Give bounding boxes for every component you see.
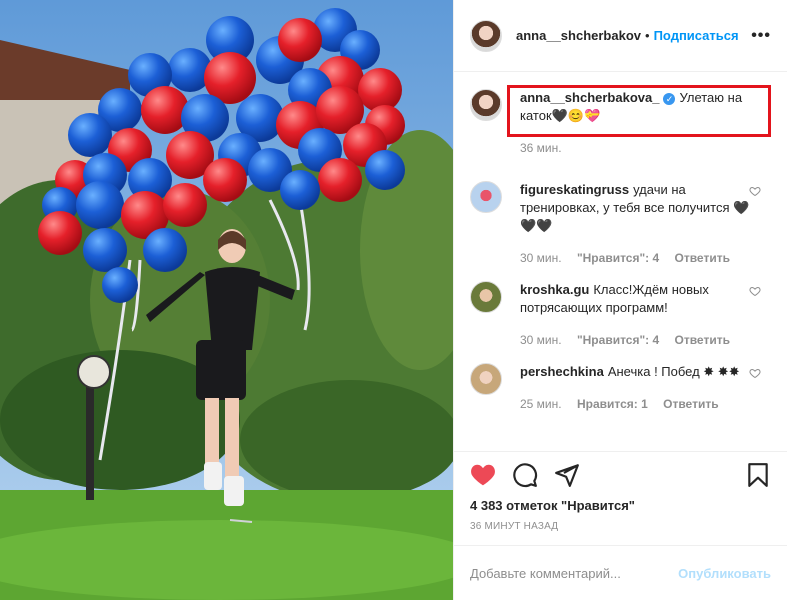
post-photo-illustration bbox=[0, 0, 453, 600]
comment-username[interactable]: figureskatingruss bbox=[520, 182, 629, 197]
post-actions: 4 383 отметок "Нравится" 36 МИНУТ НАЗАД … bbox=[454, 451, 787, 600]
heart-filled-icon[interactable] bbox=[470, 462, 496, 488]
comment-time[interactable]: 25 мин. bbox=[520, 397, 562, 411]
caption-time[interactable]: 36 мин. bbox=[520, 141, 562, 155]
comment-icon[interactable] bbox=[512, 462, 538, 488]
comment-item: kroshka.gu Класс!Ждём новых потрясающих п… bbox=[470, 281, 771, 349]
publish-button[interactable]: Опубликовать bbox=[678, 566, 771, 581]
comment-likes[interactable]: "Нравится": 4 bbox=[577, 251, 659, 265]
share-icon[interactable] bbox=[554, 462, 580, 488]
heart-outline-icon[interactable] bbox=[749, 185, 761, 197]
reply-button[interactable]: Ответить bbox=[663, 397, 718, 411]
comment-username[interactable]: pershechkina bbox=[520, 364, 604, 379]
reply-button[interactable]: Ответить bbox=[675, 333, 730, 347]
author-avatar[interactable] bbox=[470, 19, 502, 52]
bookmark-icon[interactable] bbox=[745, 462, 771, 488]
comment-username[interactable]: kroshka.gu bbox=[520, 282, 589, 297]
action-icons bbox=[454, 452, 787, 498]
more-options-icon[interactable]: ••• bbox=[751, 27, 771, 45]
post-header: anna__shcherbakov • Подписаться ••• bbox=[454, 0, 787, 72]
comment-avatar[interactable] bbox=[470, 363, 502, 395]
post-photo[interactable] bbox=[0, 0, 453, 600]
comment-likes[interactable]: Нравится: 1 bbox=[577, 397, 648, 411]
comment-input[interactable] bbox=[470, 565, 679, 581]
comment-composer: Опубликовать bbox=[454, 545, 787, 600]
reply-button[interactable]: Ответить bbox=[675, 251, 730, 265]
comment-avatar[interactable] bbox=[470, 181, 502, 213]
caption-avatar[interactable] bbox=[470, 89, 502, 121]
comment-time[interactable]: 30 мин. bbox=[520, 333, 562, 347]
comment-text: Анечка ! Побед ✸ ✸✸ bbox=[607, 364, 740, 379]
comment-item: pershechkina Анечка ! Побед ✸ ✸✸ 25 мин. … bbox=[470, 363, 771, 413]
likes-count[interactable]: 4 383 отметок "Нравится" bbox=[454, 498, 787, 513]
comment-likes[interactable]: "Нравится": 4 bbox=[577, 333, 659, 347]
header-separator: • bbox=[645, 28, 650, 43]
post-timestamp[interactable]: 36 МИНУТ НАЗАД bbox=[454, 513, 787, 532]
post-panel: anna__shcherbakov • Подписаться ••• anna… bbox=[453, 0, 787, 600]
comments-list[interactable]: anna__shcherbakova_ ✓ Улетаю на каток🖤😊💝 3… bbox=[454, 73, 787, 451]
comment-item: figureskatingruss удачи на тренировках, у… bbox=[470, 181, 771, 267]
comment-time[interactable]: 30 мин. bbox=[520, 251, 562, 265]
comment-avatar[interactable] bbox=[470, 281, 502, 313]
heart-outline-icon[interactable] bbox=[749, 367, 761, 379]
follow-button[interactable]: Подписаться bbox=[654, 28, 739, 43]
heart-outline-icon[interactable] bbox=[749, 285, 761, 297]
caption: anna__shcherbakova_ ✓ Улетаю на каток🖤😊💝 3… bbox=[470, 85, 771, 157]
author-username[interactable]: anna__shcherbakov bbox=[516, 28, 641, 43]
highlight-box bbox=[507, 85, 771, 137]
